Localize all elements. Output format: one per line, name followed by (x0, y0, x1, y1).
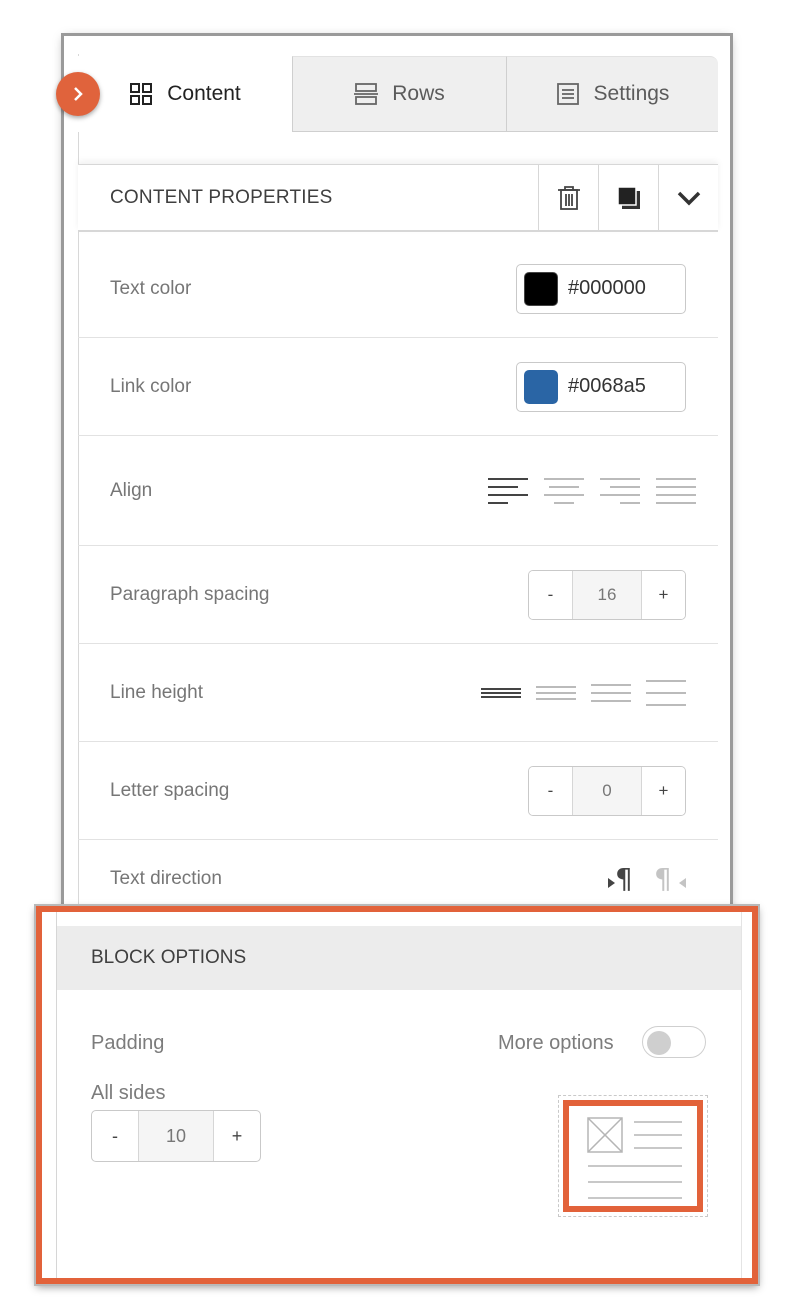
text-color-row: Text color #000000 (78, 240, 718, 338)
svg-text:¶: ¶ (654, 862, 672, 892)
padding-input[interactable]: 10 (138, 1111, 214, 1161)
text-color-field[interactable]: #000000 (516, 263, 686, 314)
letter-spacing-decrease-button[interactable]: - (529, 766, 572, 815)
duplicate-button[interactable] (598, 165, 658, 230)
letter-spacing-increase-button[interactable]: + (642, 766, 685, 815)
ltr-icon[interactable]: ¶ (608, 862, 640, 892)
paragraph-spacing-increase-button[interactable]: + (642, 570, 685, 619)
properties-list: Text color #000000 Link color #0068a5 Al… (78, 240, 718, 936)
align-right-icon[interactable] (600, 476, 640, 506)
trash-icon (557, 185, 580, 210)
line-height-row: Line height (78, 644, 718, 742)
align-justify-icon[interactable] (656, 476, 696, 506)
all-sides-label: All sides (91, 1082, 166, 1104)
padding-increase-button[interactable]: + (214, 1111, 260, 1161)
rtl-icon[interactable]: ¶ (654, 862, 686, 892)
line-height-small-icon[interactable] (536, 681, 576, 705)
paragraph-spacing-input[interactable]: 16 (572, 570, 642, 619)
padding-preview (558, 1095, 708, 1217)
tab-content-label: Content (167, 82, 241, 105)
letter-spacing-input[interactable]: 0 (572, 766, 642, 815)
text-color-value: #000000 (568, 277, 646, 299)
line-height-large-icon[interactable] (646, 679, 686, 707)
line-height-medium-icon[interactable] (591, 681, 631, 705)
line-height-compact-icon[interactable] (481, 681, 521, 705)
text-direction-options: ¶ ¶ (608, 862, 686, 892)
sidebar-toggle-button[interactable] (56, 72, 100, 116)
block-options-section: BLOCK OPTIONS Padding More options All s… (36, 906, 758, 1284)
content-properties-title: CONTENT PROPERTIES (110, 186, 333, 208)
block-options-header: BLOCK OPTIONS (57, 926, 741, 990)
align-left-icon[interactable] (488, 476, 528, 506)
tab-settings[interactable]: Settings (506, 56, 718, 132)
paragraph-spacing-decrease-button[interactable]: - (529, 570, 572, 619)
letter-spacing-stepper: - 0 + (528, 765, 686, 816)
link-color-row: Link color #0068a5 (78, 338, 718, 436)
tab-rows-label: Rows (392, 82, 445, 105)
link-color-swatch[interactable] (524, 369, 558, 404)
paragraph-spacing-row: Paragraph spacing - 16 + (78, 546, 718, 644)
content-properties-header: CONTENT PROPERTIES (78, 164, 718, 232)
more-options-label: More options (498, 1032, 614, 1054)
editor-sidebar-panel: Content Rows Settings CONTENT PROPERTIES (64, 36, 730, 936)
collapse-properties-button[interactable] (658, 165, 718, 230)
text-color-swatch[interactable] (524, 271, 558, 306)
svg-text:¶: ¶ (615, 862, 633, 892)
align-options (488, 476, 696, 506)
block-right-border (741, 912, 742, 1278)
toggle-knob (647, 1031, 671, 1055)
align-center-icon[interactable] (544, 476, 584, 506)
padding-decrease-button[interactable]: - (92, 1111, 138, 1161)
duplicate-icon (616, 185, 640, 209)
line-height-options (481, 679, 686, 707)
link-color-field[interactable]: #0068a5 (516, 361, 686, 412)
padding-preview-frame (563, 1100, 703, 1212)
link-color-value: #0068a5 (568, 375, 646, 397)
settings-list-icon (556, 83, 579, 105)
tab-rows[interactable]: Rows (292, 56, 506, 132)
rows-icon (354, 83, 379, 105)
padding-stepper: - 10 + (91, 1110, 261, 1162)
padding-label: Padding (91, 1032, 165, 1054)
chevron-right-icon (74, 87, 83, 101)
more-options-toggle[interactable] (642, 1026, 706, 1058)
letter-spacing-row: Letter spacing - 0 + (78, 742, 718, 840)
align-row: Align (78, 436, 718, 546)
tab-settings-label: Settings (593, 82, 670, 105)
tab-content[interactable]: Content (78, 56, 292, 132)
paragraph-spacing-stepper: - 16 + (528, 569, 686, 620)
grid-icon (130, 83, 153, 105)
tab-bar: Content Rows Settings (78, 56, 718, 132)
block-preview-icon (587, 1117, 682, 1199)
delete-button[interactable] (538, 165, 598, 230)
chevron-down-icon (677, 191, 700, 205)
